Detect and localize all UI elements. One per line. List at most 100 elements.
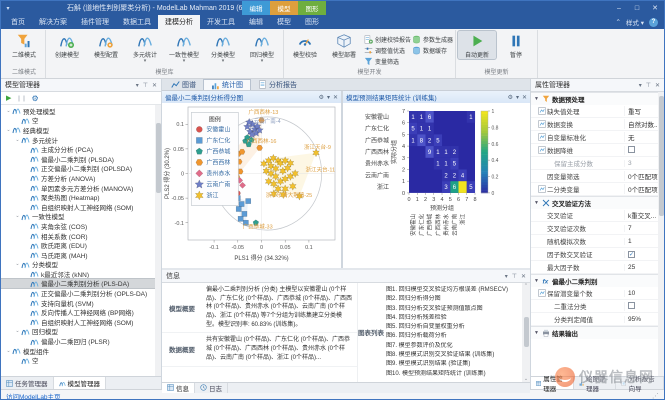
- doc-tab-图谱[interactable]: 图谱: [164, 79, 203, 90]
- style-button[interactable]: 样式 ▾: [626, 17, 644, 27]
- ribbon-button-一致性模型[interactable]: 一致性模型 ▾: [165, 31, 203, 64]
- collapse-caret-icon[interactable]: ▼: [534, 278, 540, 284]
- right-panel-tab-绘图管理器[interactable]: 绘图管理器: [574, 376, 617, 393]
- ribbon-tab-数据工具[interactable]: 数据工具: [116, 15, 158, 29]
- prop-row-因子数交叉验证[interactable]: 因子数交叉验证 ✓: [531, 248, 664, 261]
- figure-list-item[interactable]: 图6. 回归分析载荷分析: [386, 332, 520, 341]
- center-panel-tab-日志[interactable]: 日志: [195, 382, 228, 393]
- left-panel-tab-任务管理器[interactable]: 任务管理器: [1, 377, 54, 389]
- tree-item-方差分析 (ANOVA)[interactable]: 方差分析 (ANOVA): [1, 173, 161, 183]
- ribbon-button-参数生成器[interactable]: 参数生成器: [412, 34, 453, 44]
- tree-item-空[interactable]: 空: [1, 355, 161, 365]
- tree-item-分类模型[interactable]: ⌄ 分类模型: [1, 260, 161, 269]
- prop-row-保留主成分数[interactable]: 保留主成分数 3: [531, 157, 664, 170]
- tree-item-自组织映射人工神经网络 (SOM)[interactable]: 自组织映射人工神经网络 (SOM): [1, 317, 161, 327]
- tree-item-经典模型[interactable]: ⌄ 经典模型: [1, 125, 161, 135]
- tree-item-夹角余弦 (COS)[interactable]: 夹角余弦 (COS): [1, 221, 161, 231]
- tree-item-单因素多元方差分析 (MANOVA)[interactable]: 单因素多元方差分析 (MANOVA): [1, 183, 161, 193]
- prop-section-交叉验证方法[interactable]: ▼ 交叉验证方法: [531, 196, 664, 209]
- ribbon-tab-模型[interactable]: 模型: [270, 15, 298, 29]
- tree-item-k最近邻法 (kNN)[interactable]: k最近邻法 (kNN): [1, 269, 161, 279]
- tree-item-支持向量机 (SVM)[interactable]: 支持向量机 (SVM): [1, 298, 161, 308]
- prop-row-二重法分类[interactable]: 二重法分类: [531, 300, 664, 313]
- ribbon-button-暂停[interactable]: 暂停: [497, 31, 535, 59]
- panel-menu-icon[interactable]: ▾: [639, 82, 642, 89]
- help-icon[interactable]: ?: [649, 17, 658, 27]
- figure-list-item[interactable]: 图10. 模型预测结果矩阵统计 (训练集): [386, 370, 520, 379]
- tree-item-多元统计[interactable]: ⌄ 多元统计: [1, 135, 161, 145]
- ribbon-button-调整值优选[interactable]: 调整值优选: [364, 45, 411, 55]
- tools-icon[interactable]: ⚙: [508, 94, 513, 101]
- checkbox-因子数交叉验证[interactable]: ✓: [628, 250, 635, 258]
- tree-item-一致性模型[interactable]: ⌄ 一致性模型: [1, 212, 161, 221]
- ribbon-button-二维模式[interactable]: 二维模式: [5, 31, 43, 59]
- prop-row-随机模拟次数[interactable]: 随机模拟次数 1: [531, 235, 664, 248]
- panel-menu-icon[interactable]: ▾: [505, 273, 508, 280]
- figure-list-item[interactable]: 图8. 模型模式识别交叉验证结果 (训练集): [386, 351, 520, 360]
- collapse-caret-icon[interactable]: ▼: [534, 200, 540, 206]
- right-panel-tab-属性管理器[interactable]: 属性管理器: [531, 376, 574, 393]
- expand-caret-icon[interactable]: ⌄: [14, 261, 21, 267]
- prop-row-数据变换[interactable]: 数据变换 自然对数...: [531, 118, 664, 131]
- close-icon[interactable]: ✕: [521, 273, 526, 280]
- pause-model-icon[interactable]: ❘❘: [16, 95, 26, 102]
- ribbon-button-模型部署[interactable]: 模型部署: [325, 31, 363, 59]
- gear-icon[interactable]: ⚙: [31, 94, 38, 103]
- figure-list-item[interactable]: 图4. 回归分析残差检验: [386, 314, 520, 323]
- prop-section-数据预处理[interactable]: ▼ 数据预处理: [531, 92, 664, 105]
- close-button[interactable]: ✕: [646, 1, 664, 15]
- expand-caret-icon[interactable]: ⌄: [14, 137, 21, 143]
- expand-caret-icon[interactable]: ⌄: [14, 213, 21, 219]
- tools-icon[interactable]: ⚙: [319, 94, 324, 101]
- tree-item-偏最小二乘回归 (PLSR)[interactable]: 偏最小二乘回归 (PLSR): [1, 336, 161, 346]
- dropdown-icon[interactable]: ▾: [327, 94, 330, 101]
- figure-list-item[interactable]: 图9. 模型模式识别结果 (验证集): [386, 360, 520, 369]
- collapse-caret-icon[interactable]: ▼: [534, 330, 540, 336]
- ribbon-tab-编辑[interactable]: 编辑: [242, 15, 270, 29]
- prop-row-交叉验证[interactable]: 交叉验证 k重交叉...: [531, 209, 664, 222]
- ribbon-tab-建模分析[interactable]: 建模分析: [158, 15, 200, 29]
- tree-item-主成分分析 (PCA)[interactable]: 主成分分析 (PCA): [1, 144, 161, 154]
- tree-item-正交偏最小二乘判别分析 (OPLS-DA)[interactable]: 正交偏最小二乘判别分析 (OPLS-DA): [1, 288, 161, 298]
- figure-list-item[interactable]: 图7. 模型参数评价及优化: [386, 342, 520, 351]
- ribbon-button-创建校验报告[interactable]: 创建校验报告: [364, 34, 411, 44]
- prop-row-保留潜变量个数[interactable]: 保留潜变量个数 10: [531, 287, 664, 300]
- app-menu-icon[interactable]: ▾: [1, 5, 15, 12]
- ribbon-button-数据缓存[interactable]: 数据缓存: [412, 45, 453, 55]
- ribbon-button-回归模型[interactable]: 回归模型 ▾: [243, 31, 281, 64]
- props-scrollbar[interactable]: [658, 92, 664, 376]
- expand-caret-icon[interactable]: ⌄: [5, 108, 12, 114]
- tree-item-反向传播人工神经网络 (BP网络)[interactable]: 反向传播人工神经网络 (BP网络): [1, 307, 161, 317]
- close-icon[interactable]: ✕: [333, 94, 338, 101]
- tree-item-空[interactable]: 空: [1, 116, 161, 125]
- tree-scrollbar[interactable]: [155, 105, 161, 376]
- pin-icon[interactable]: ⊤: [143, 82, 148, 89]
- ribbon-tab-解决方案[interactable]: 解决方案: [32, 15, 74, 29]
- prop-row-自变量标准化[interactable]: 自变量标准化无: [531, 131, 664, 144]
- prop-section-偏最小二乘判别[interactable]: ▼ fx 偏最小二乘判别: [531, 274, 664, 287]
- figure-list-item[interactable]: 图2. 回归分析得分图: [386, 295, 520, 304]
- dropdown-icon[interactable]: ▾: [516, 94, 519, 101]
- left-panel-tab-模型管理器[interactable]: 模型管理器: [53, 377, 106, 389]
- close-icon[interactable]: ✕: [152, 82, 157, 89]
- figure-list-item[interactable]: 图3. 回归分析交叉验证预测值散点图: [386, 305, 520, 314]
- prop-row-最大因子数[interactable]: 最大因子数 25: [531, 261, 664, 274]
- ribbon-tab-开发工具[interactable]: 开发工具: [200, 15, 242, 29]
- ribbon-button-模型校验[interactable]: 模型校验: [286, 31, 324, 59]
- prop-section-结果输出[interactable]: ▼ 结果输出: [531, 326, 664, 339]
- modellab-home-link[interactable]: 访问ModelLab主页: [6, 391, 61, 400]
- tree-item-预处理模型[interactable]: ⌄ 预处理模型: [1, 106, 161, 116]
- maximize-button[interactable]: □: [628, 1, 646, 15]
- checkbox-二重法分类[interactable]: [628, 301, 635, 309]
- tree-item-模型组件[interactable]: ⌄ 模型组件: [1, 346, 161, 356]
- ribbon-tab-插件管理[interactable]: 插件管理: [74, 15, 116, 29]
- pin-icon[interactable]: ⊤: [512, 273, 517, 280]
- close-icon[interactable]: ✕: [655, 82, 660, 89]
- checkbox-数据降维[interactable]: [628, 145, 635, 153]
- prop-row-交叉验证次数[interactable]: 交叉验证次数 7: [531, 222, 664, 235]
- prop-row-数据降维[interactable]: 数据降维: [531, 144, 664, 157]
- doc-tab-统计图[interactable]: 统计图: [203, 79, 251, 90]
- tree-item-偏最小二乘判别分析 (PLS-DA)[interactable]: 偏最小二乘判别分析 (PLS-DA): [1, 277, 161, 290]
- close-icon[interactable]: ✕: [522, 94, 527, 101]
- expand-caret-icon[interactable]: ⌄: [14, 328, 21, 334]
